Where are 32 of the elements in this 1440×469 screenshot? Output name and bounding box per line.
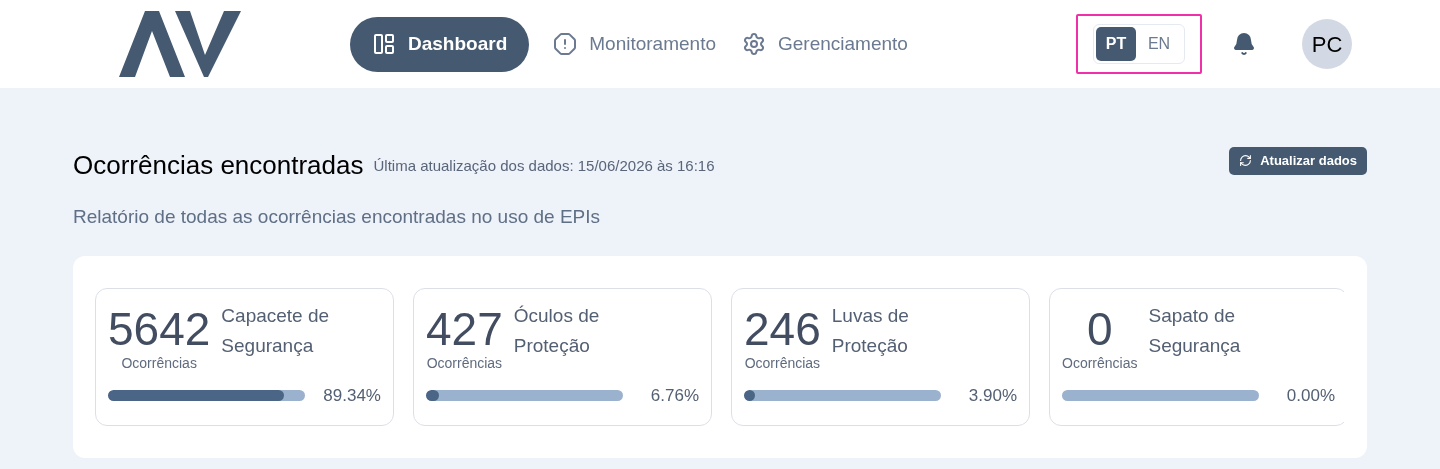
count-label: Ocorrências (426, 354, 503, 371)
occurrence-count: 0 (1086, 301, 1113, 357)
count-label: Ocorrências (1062, 354, 1138, 371)
percentage-text: 89.34% (323, 384, 381, 407)
last-update-text: Última atualização dos dados: 15/06/2026 às 16:16 (373, 156, 715, 177)
percentage-text: 0.00% (1286, 384, 1335, 407)
logo-icon (119, 11, 241, 77)
user-avatar[interactable]: PC (1302, 19, 1352, 69)
percentage-text: 3.90% (968, 384, 1017, 407)
occurrence-count: 246 (744, 301, 821, 357)
equipment-name: Sapato de Segurança (1148, 303, 1242, 358)
nav-tab[interactable]: Dashboard (350, 16, 530, 72)
refresh-button[interactable]: Atualizar dados (1229, 146, 1367, 175)
equipment-name: Luvas de Proteção (831, 303, 910, 358)
equipment-name: Óculos de Proteção (513, 303, 601, 358)
settings-icon (742, 32, 766, 56)
alert-icon (553, 32, 578, 56)
nav-tab[interactable]: Monitoramento (551, 16, 718, 72)
notification-bell-icon[interactable] (1232, 32, 1256, 56)
occurrence-count: 5642 (108, 301, 211, 357)
layout-icon (372, 32, 396, 56)
nav-tab[interactable]: Gerenciamento (740, 16, 910, 72)
occurrence-count: 427 (426, 301, 503, 357)
page-title: Ocorrências encontradas (73, 149, 364, 182)
refresh-icon (1239, 154, 1253, 167)
count-label: Ocorrências (121, 354, 197, 371)
equipment-name: Capacete de Segurança (221, 303, 331, 358)
page-subtitle: Relatório de todas as ocorrências encontradas no uso de EPIs (73, 205, 602, 229)
language-option[interactable]: EN (1136, 27, 1182, 61)
percentage-text: 6.76% (650, 384, 699, 407)
language-option[interactable]: PT (1096, 27, 1136, 61)
count-label: Ocorrências (744, 354, 821, 371)
